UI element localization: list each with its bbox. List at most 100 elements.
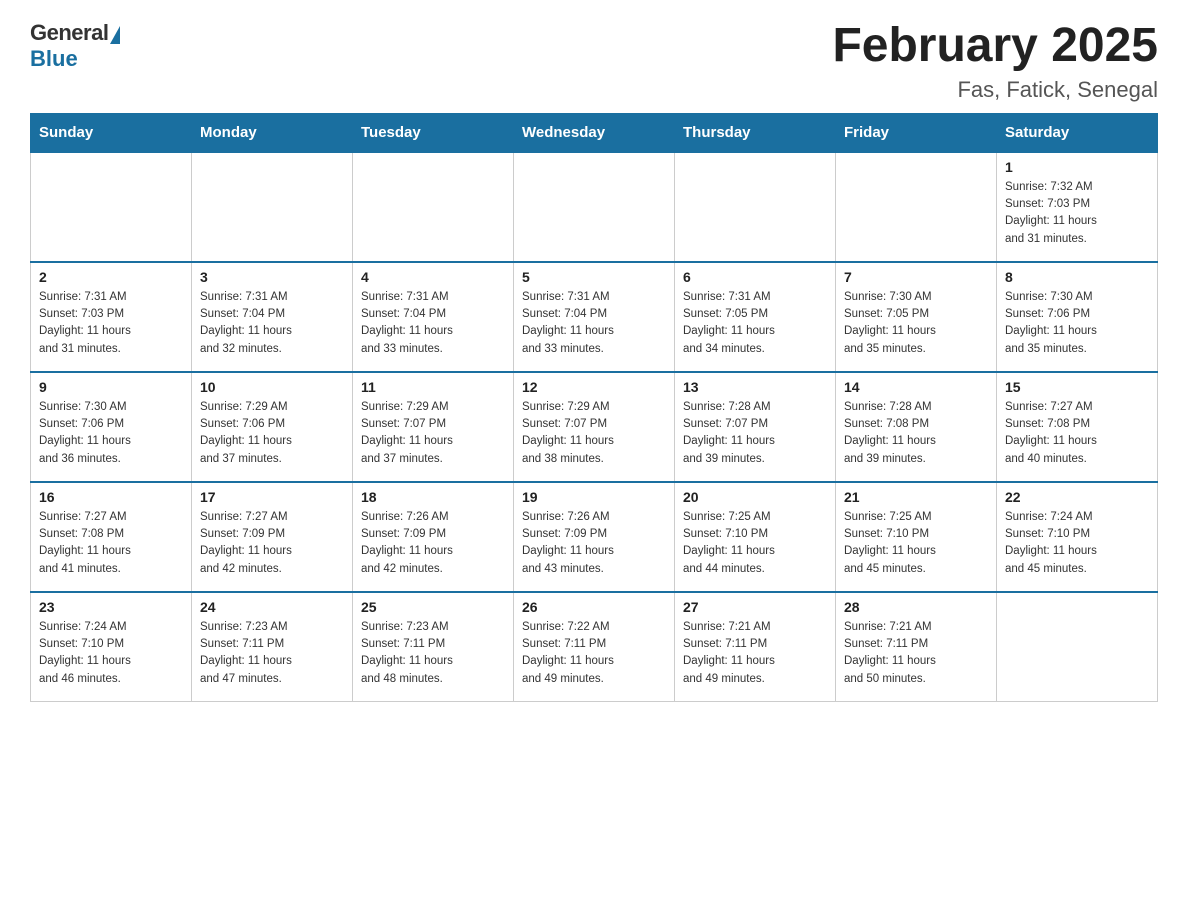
day-info: Sunrise: 7:27 AM Sunset: 7:08 PM Dayligh…: [1005, 399, 1149, 468]
day-info: Sunrise: 7:27 AM Sunset: 7:09 PM Dayligh…: [200, 509, 344, 578]
day-info: Sunrise: 7:30 AM Sunset: 7:06 PM Dayligh…: [1005, 289, 1149, 358]
day-info: Sunrise: 7:30 AM Sunset: 7:06 PM Dayligh…: [39, 399, 183, 468]
day-info: Sunrise: 7:31 AM Sunset: 7:04 PM Dayligh…: [522, 289, 666, 358]
day-info: Sunrise: 7:29 AM Sunset: 7:06 PM Dayligh…: [200, 399, 344, 468]
day-info: Sunrise: 7:26 AM Sunset: 7:09 PM Dayligh…: [522, 509, 666, 578]
day-info: Sunrise: 7:24 AM Sunset: 7:10 PM Dayligh…: [1005, 509, 1149, 578]
day-number: 18: [361, 489, 505, 505]
day-number: 27: [683, 599, 827, 615]
calendar-cell: 15 Sunrise: 7:27 AM Sunset: 7:08 PM Dayli…: [997, 372, 1158, 482]
day-number: 24: [200, 599, 344, 615]
logo-triangle-icon: [110, 26, 120, 44]
calendar-cell: 2 Sunrise: 7:31 AM Sunset: 7:03 PM Daylig…: [31, 262, 192, 372]
day-number: 15: [1005, 379, 1149, 395]
day-number: 13: [683, 379, 827, 395]
day-info: Sunrise: 7:25 AM Sunset: 7:10 PM Dayligh…: [844, 509, 988, 578]
calendar-cell: 9 Sunrise: 7:30 AM Sunset: 7:06 PM Daylig…: [31, 372, 192, 482]
calendar-cell: 17 Sunrise: 7:27 AM Sunset: 7:09 PM Dayli…: [192, 482, 353, 592]
day-info: Sunrise: 7:21 AM Sunset: 7:11 PM Dayligh…: [683, 619, 827, 688]
day-info: Sunrise: 7:26 AM Sunset: 7:09 PM Dayligh…: [361, 509, 505, 578]
calendar-cell: [836, 152, 997, 262]
column-header-sunday: Sunday: [31, 113, 192, 152]
calendar-cell: 26 Sunrise: 7:22 AM Sunset: 7:11 PM Dayli…: [514, 592, 675, 702]
day-number: 11: [361, 379, 505, 395]
calendar-cell: [31, 152, 192, 262]
column-header-wednesday: Wednesday: [514, 113, 675, 152]
calendar-cell: [192, 152, 353, 262]
day-number: 3: [200, 269, 344, 285]
day-info: Sunrise: 7:25 AM Sunset: 7:10 PM Dayligh…: [683, 509, 827, 578]
day-number: 9: [39, 379, 183, 395]
day-info: Sunrise: 7:31 AM Sunset: 7:04 PM Dayligh…: [200, 289, 344, 358]
calendar-cell: 1 Sunrise: 7:32 AM Sunset: 7:03 PM Daylig…: [997, 152, 1158, 262]
day-info: Sunrise: 7:30 AM Sunset: 7:05 PM Dayligh…: [844, 289, 988, 358]
calendar-cell: 8 Sunrise: 7:30 AM Sunset: 7:06 PM Daylig…: [997, 262, 1158, 372]
calendar-cell: 11 Sunrise: 7:29 AM Sunset: 7:07 PM Dayli…: [353, 372, 514, 482]
logo-general-text: General: [30, 20, 108, 46]
day-number: 4: [361, 269, 505, 285]
calendar-cell: 23 Sunrise: 7:24 AM Sunset: 7:10 PM Dayli…: [31, 592, 192, 702]
logo: General Blue: [30, 20, 120, 72]
day-info: Sunrise: 7:22 AM Sunset: 7:11 PM Dayligh…: [522, 619, 666, 688]
calendar-week-row: 9 Sunrise: 7:30 AM Sunset: 7:06 PM Daylig…: [31, 372, 1158, 482]
column-header-friday: Friday: [836, 113, 997, 152]
day-number: 17: [200, 489, 344, 505]
day-info: Sunrise: 7:29 AM Sunset: 7:07 PM Dayligh…: [522, 399, 666, 468]
day-number: 23: [39, 599, 183, 615]
calendar-cell: 20Sunrise: 7:25 AM Sunset: 7:10 PM Dayli…: [675, 482, 836, 592]
day-number: 1: [1005, 159, 1149, 175]
calendar-title: February 2025: [832, 20, 1158, 73]
calendar-cell: 4 Sunrise: 7:31 AM Sunset: 7:04 PM Daylig…: [353, 262, 514, 372]
day-number: 28: [844, 599, 988, 615]
calendar-cell: 7 Sunrise: 7:30 AM Sunset: 7:05 PM Daylig…: [836, 262, 997, 372]
calendar-cell: 6 Sunrise: 7:31 AM Sunset: 7:05 PM Daylig…: [675, 262, 836, 372]
calendar-cell: [353, 152, 514, 262]
calendar-cell: 16 Sunrise: 7:27 AM Sunset: 7:08 PM Dayli…: [31, 482, 192, 592]
calendar-week-row: 23 Sunrise: 7:24 AM Sunset: 7:10 PM Dayli…: [31, 592, 1158, 702]
calendar-cell: [997, 592, 1158, 702]
day-number: 7: [844, 269, 988, 285]
day-number: 19: [522, 489, 666, 505]
page-header: General Blue February 2025 Fas, Fatick, …: [30, 20, 1158, 103]
day-info: Sunrise: 7:31 AM Sunset: 7:05 PM Dayligh…: [683, 289, 827, 358]
calendar-cell: 12 Sunrise: 7:29 AM Sunset: 7:07 PM Dayli…: [514, 372, 675, 482]
logo-blue-text: Blue: [30, 46, 78, 72]
day-number: 16: [39, 489, 183, 505]
day-info: Sunrise: 7:32 AM Sunset: 7:03 PM Dayligh…: [1005, 179, 1149, 248]
column-header-monday: Monday: [192, 113, 353, 152]
calendar-cell: [514, 152, 675, 262]
calendar-week-row: 2 Sunrise: 7:31 AM Sunset: 7:03 PM Daylig…: [31, 262, 1158, 372]
column-header-thursday: Thursday: [675, 113, 836, 152]
day-number: 25: [361, 599, 505, 615]
day-info: Sunrise: 7:23 AM Sunset: 7:11 PM Dayligh…: [200, 619, 344, 688]
day-info: Sunrise: 7:24 AM Sunset: 7:10 PM Dayligh…: [39, 619, 183, 688]
calendar-week-row: 1 Sunrise: 7:32 AM Sunset: 7:03 PM Daylig…: [31, 152, 1158, 262]
day-number: 26: [522, 599, 666, 615]
day-info: Sunrise: 7:28 AM Sunset: 7:07 PM Dayligh…: [683, 399, 827, 468]
day-number: 8: [1005, 269, 1149, 285]
calendar-cell: 25 Sunrise: 7:23 AM Sunset: 7:11 PM Dayli…: [353, 592, 514, 702]
calendar-cell: 28 Sunrise: 7:21 AM Sunset: 7:11 PM Dayli…: [836, 592, 997, 702]
day-info: Sunrise: 7:21 AM Sunset: 7:11 PM Dayligh…: [844, 619, 988, 688]
column-header-saturday: Saturday: [997, 113, 1158, 152]
day-number: 14: [844, 379, 988, 395]
day-info: Sunrise: 7:31 AM Sunset: 7:04 PM Dayligh…: [361, 289, 505, 358]
day-info: Sunrise: 7:31 AM Sunset: 7:03 PM Dayligh…: [39, 289, 183, 358]
calendar-cell: 5 Sunrise: 7:31 AM Sunset: 7:04 PM Daylig…: [514, 262, 675, 372]
calendar-subtitle: Fas, Fatick, Senegal: [832, 77, 1158, 103]
calendar-table: SundayMondayTuesdayWednesdayThursdayFrid…: [30, 113, 1158, 703]
day-info: Sunrise: 7:28 AM Sunset: 7:08 PM Dayligh…: [844, 399, 988, 468]
day-info: Sunrise: 7:29 AM Sunset: 7:07 PM Dayligh…: [361, 399, 505, 468]
calendar-cell: 14 Sunrise: 7:28 AM Sunset: 7:08 PM Dayli…: [836, 372, 997, 482]
day-number: 2: [39, 269, 183, 285]
column-header-tuesday: Tuesday: [353, 113, 514, 152]
day-info: Sunrise: 7:23 AM Sunset: 7:11 PM Dayligh…: [361, 619, 505, 688]
calendar-cell: [675, 152, 836, 262]
calendar-cell: 21Sunrise: 7:25 AM Sunset: 7:10 PM Dayli…: [836, 482, 997, 592]
day-number: 12: [522, 379, 666, 395]
day-number: 5: [522, 269, 666, 285]
day-info: Sunrise: 7:27 AM Sunset: 7:08 PM Dayligh…: [39, 509, 183, 578]
calendar-header-row: SundayMondayTuesdayWednesdayThursdayFrid…: [31, 113, 1158, 152]
calendar-cell: 3 Sunrise: 7:31 AM Sunset: 7:04 PM Daylig…: [192, 262, 353, 372]
day-number: 6: [683, 269, 827, 285]
